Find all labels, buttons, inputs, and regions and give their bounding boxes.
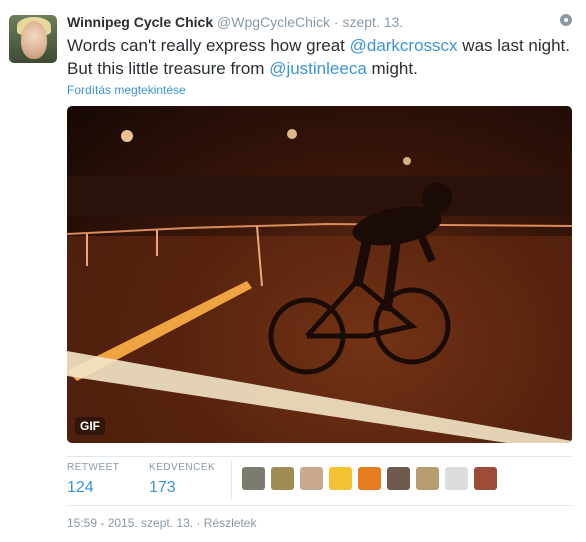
favoriter-avatar[interactable] <box>358 467 381 490</box>
tweet-text: Words can't really express how great @da… <box>67 34 577 80</box>
avatar[interactable] <box>9 15 57 63</box>
full-timestamp[interactable]: 15:59 - 2015. szept. 13. <box>67 516 193 530</box>
tweet-text-part1: Words can't really express how great <box>67 36 350 55</box>
divider <box>67 456 572 457</box>
time-separator: · <box>333 14 339 30</box>
stadium-light <box>287 129 297 139</box>
tweet-footer: 15:59 - 2015. szept. 13. · Részletek <box>67 516 256 530</box>
divider <box>67 505 572 506</box>
favoriter-avatar[interactable] <box>329 467 352 490</box>
favoriter-avatar[interactable] <box>242 467 265 490</box>
mention-darkcrosscx[interactable]: @darkcrosscx <box>350 36 458 55</box>
tweet-header: Winnipeg Cycle Chick @WpgCycleChick · sz… <box>67 13 550 31</box>
favoriter-avatars <box>242 467 503 490</box>
username[interactable]: @WpgCycleChick <box>217 14 330 30</box>
footer-separator: · <box>196 516 201 530</box>
favoriter-avatar[interactable] <box>416 467 439 490</box>
fence <box>67 222 572 235</box>
favorite-count[interactable]: 173 <box>149 479 215 497</box>
avatar-face <box>21 21 47 59</box>
mention-justinleeca[interactable]: @justinleeca <box>269 59 367 78</box>
stadium-light <box>403 157 411 165</box>
media-gif[interactable]: GIF <box>67 106 572 443</box>
favoriter-avatar[interactable] <box>271 467 294 490</box>
rider-helmet <box>422 183 452 213</box>
details-link[interactable]: Részletek <box>204 516 257 530</box>
grandstand <box>67 176 572 216</box>
fullname[interactable]: Winnipeg Cycle Chick <box>67 14 213 30</box>
stats-divider <box>231 460 232 500</box>
cyclist-scene <box>67 129 572 443</box>
favorite-stat[interactable]: KEDVENCEK 173 <box>149 462 215 497</box>
favoriter-avatar[interactable] <box>445 467 468 490</box>
retweet-count[interactable]: 124 <box>67 479 119 497</box>
timestamp-short[interactable]: szept. 13. <box>342 14 403 30</box>
tweet-text-part3: might. <box>366 59 418 78</box>
retweet-stat[interactable]: RETWEET 124 <box>67 462 119 497</box>
gif-badge: GIF <box>75 417 105 435</box>
favorite-label: KEDVENCEK <box>149 462 216 473</box>
favoriter-avatar[interactable] <box>387 467 410 490</box>
favoriter-avatar[interactable] <box>300 467 323 490</box>
stadium-light <box>121 130 133 142</box>
translate-link[interactable]: Fordítás megtekintése <box>67 83 186 97</box>
favoriter-avatar[interactable] <box>474 467 497 490</box>
gear-icon[interactable] <box>560 14 572 26</box>
retweet-label: RETWEET <box>67 462 120 473</box>
